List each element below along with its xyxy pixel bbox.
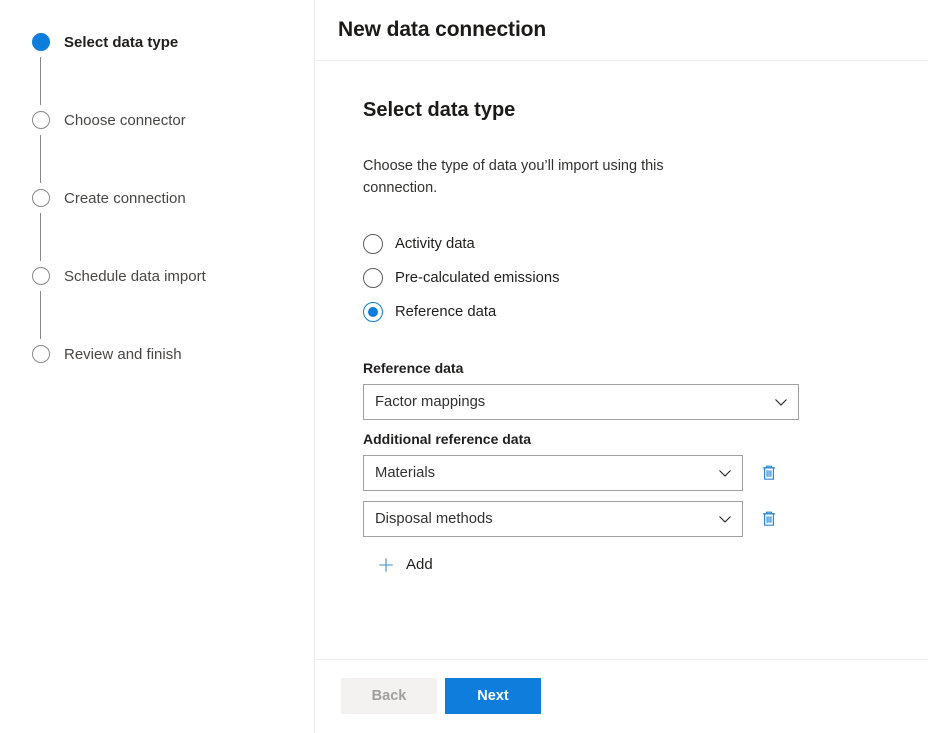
additional-reference-data-dropdown-2[interactable]: Disposal methods [363, 501, 743, 537]
step-marker [32, 111, 50, 183]
step-marker [32, 267, 50, 339]
trash-icon [759, 509, 779, 529]
trash-icon [759, 463, 779, 483]
step-dot-inactive-icon [32, 189, 50, 207]
dialog-body: Select data type Choose the type of data… [315, 61, 928, 660]
radio-unselected-icon [363, 268, 383, 288]
section-description: Choose the type of data you’ll import us… [363, 158, 664, 196]
step-connector-line [40, 135, 41, 183]
data-type-radio-group: Activity data Pre-calculated emissions R… [363, 227, 904, 329]
additional-reference-data-row: Materials [363, 455, 904, 491]
step-connector-line [40, 213, 41, 261]
reference-data-dropdown[interactable]: Factor mappings [363, 384, 799, 420]
wizard-steps-list: Select data type Choose connector Create… [0, 0, 314, 364]
wizard-step-rail: Select data type Choose connector Create… [0, 0, 315, 733]
additional-reference-data-row: Disposal methods [363, 501, 904, 537]
wizard-step-label: Choose connector [64, 112, 186, 129]
wizard-step-label: Review and finish [64, 346, 182, 363]
radio-option-label: Activity data [395, 236, 475, 252]
radio-option-pre-calculated-emissions[interactable]: Pre-calculated emissions [363, 261, 904, 295]
chevron-down-icon [718, 466, 732, 480]
radio-option-label: Pre-calculated emissions [395, 270, 560, 286]
radio-selected-icon [363, 302, 383, 322]
wizard-step-label: Create connection [64, 190, 186, 207]
wizard-step-label: Schedule data import [64, 268, 206, 285]
step-marker [32, 189, 50, 261]
radio-option-reference-data[interactable]: Reference data [363, 295, 904, 329]
step-connector-line [40, 291, 41, 339]
back-button[interactable]: Back [341, 678, 437, 714]
step-marker [32, 345, 50, 363]
additional-reference-data-dropdown-1[interactable]: Materials [363, 455, 743, 491]
page-title: New data connection [338, 18, 547, 41]
step-marker [32, 33, 50, 105]
wizard-step-create-connection[interactable]: Create connection [0, 189, 314, 267]
next-button[interactable]: Next [445, 678, 541, 714]
reference-data-field-row: Factor mappings [363, 384, 904, 420]
wizard-step-label: Select data type [64, 34, 179, 51]
wizard-step-choose-connector[interactable]: Choose connector [0, 111, 314, 189]
additional-reference-data-dropdown-value: Materials [375, 465, 436, 481]
radio-option-label: Reference data [395, 304, 497, 320]
add-reference-data-button[interactable]: Add [377, 549, 461, 581]
chevron-down-icon [774, 395, 788, 409]
new-data-connection-dialog: Select data type Choose connector Create… [0, 0, 928, 733]
chevron-down-icon [718, 512, 732, 526]
step-dot-inactive-icon [32, 111, 50, 129]
section-heading: Select data type [363, 99, 516, 121]
step-dot-inactive-icon [32, 345, 50, 363]
add-button-label: Add [406, 556, 433, 573]
wizard-step-review-and-finish[interactable]: Review and finish [0, 345, 314, 364]
wizard-step-schedule-data-import[interactable]: Schedule data import [0, 267, 314, 345]
step-dot-inactive-icon [32, 267, 50, 285]
dialog-footer: Back Next [315, 660, 928, 732]
wizard-step-select-data-type[interactable]: Select data type [0, 33, 314, 111]
radio-option-activity-data[interactable]: Activity data [363, 227, 904, 261]
plus-icon [377, 556, 395, 574]
radio-unselected-icon [363, 234, 383, 254]
delete-additional-reference-data-2-button[interactable] [753, 503, 785, 535]
additional-reference-data-label: Additional reference data [363, 431, 532, 447]
reference-data-dropdown-value: Factor mappings [375, 394, 486, 410]
additional-reference-data-dropdown-value: Disposal methods [375, 511, 493, 527]
reference-data-label: Reference data [363, 360, 464, 376]
step-connector-line [40, 57, 41, 105]
step-dot-active-icon [32, 33, 50, 51]
dialog-panel: New data connection Select data type Cho… [315, 0, 928, 733]
dialog-header: New data connection [315, 0, 928, 61]
delete-additional-reference-data-1-button[interactable] [753, 457, 785, 489]
